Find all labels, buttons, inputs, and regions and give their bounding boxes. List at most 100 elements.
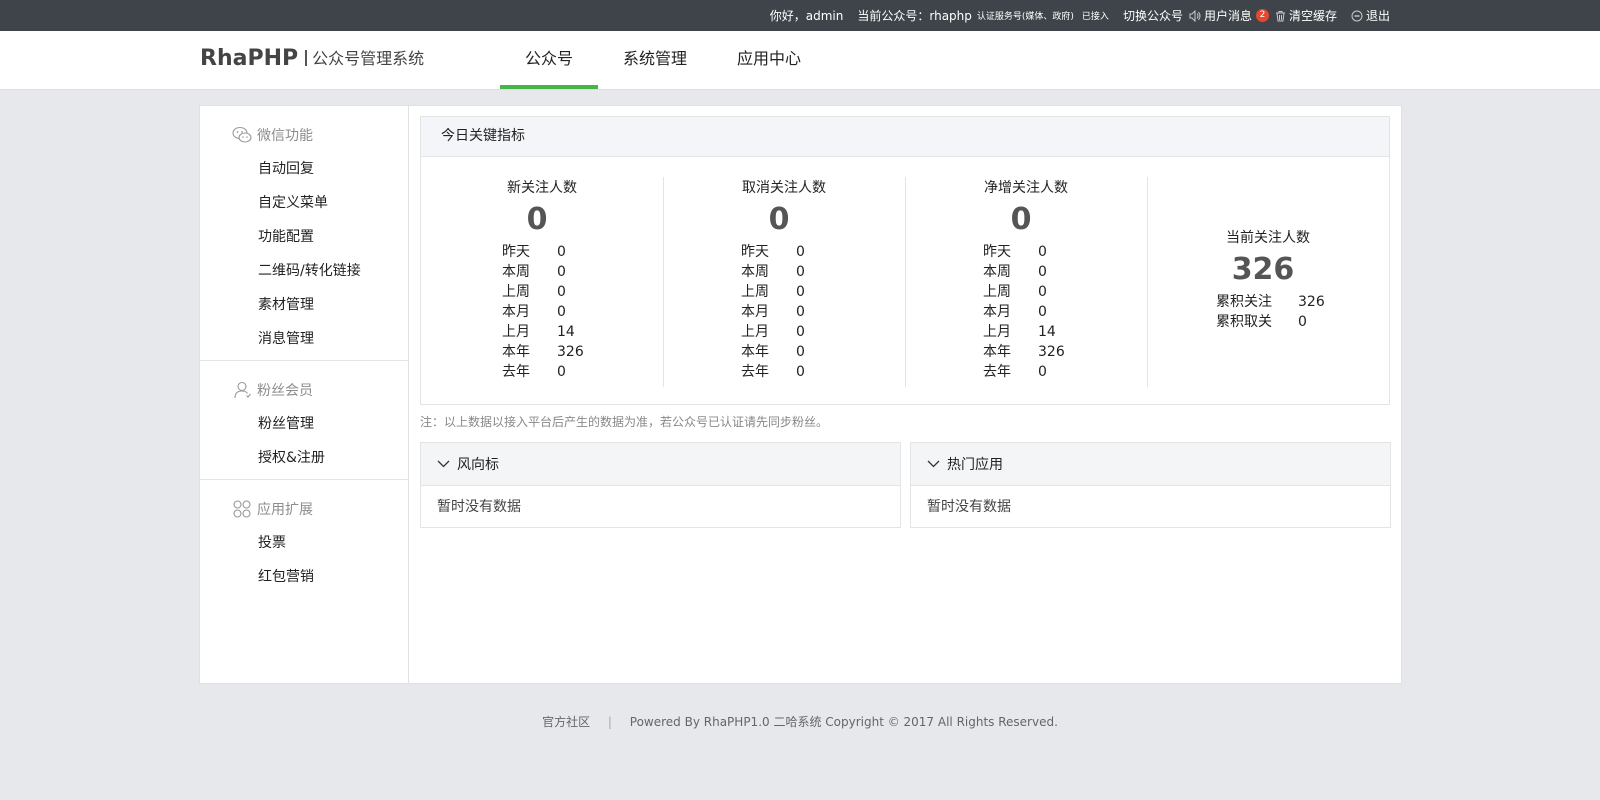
- logo-divider: [305, 50, 308, 66]
- trend-box-empty: 暂时没有数据: [437, 499, 521, 515]
- sidebar-item-auto-reply[interactable]: 自动回复: [200, 152, 408, 186]
- stat-row: 去年 0: [741, 364, 805, 380]
- stat-value: 0: [768, 202, 790, 237]
- top-bar: 你好，admin 当前公众号：rhaphp 认证服务号(媒体、政府) 已接入 切…: [0, 0, 1600, 31]
- clear-cache-label: 清空缓存: [1288, 9, 1337, 23]
- sidebar-item-materials[interactable]: 素材管理: [200, 288, 408, 322]
- stat-row: 昨天 0: [741, 244, 805, 260]
- stat-new-followers: 新关注人数 0 昨天 0 本周 0 上周 0 本月 0 上月 14 本年 326 去年 0: [421, 177, 664, 387]
- sidebar-item-feature-config[interactable]: 功能配置: [200, 220, 408, 254]
- clear-cache-link[interactable]: 清空缓存: [1275, 7, 1337, 24]
- data-note: 注：以上数据以接入平台后产生的数据为准，若公众号已认证请先同步粉丝。: [420, 415, 829, 429]
- chevron-down-icon: [927, 460, 940, 468]
- stat-value: 326: [1231, 252, 1295, 287]
- stat-row: 昨天 0: [983, 244, 1047, 260]
- account-type-text: 认证服务号(媒体、政府): [976, 12, 1074, 22]
- greeting-text: 你好，admin: [769, 9, 844, 23]
- stat-row: 昨天 0: [502, 244, 566, 260]
- content-area: 今日关键指标 新关注人数 0 昨天 0 本周 0 上周 0 本月 0 上月 14 本年 32…: [410, 106, 1401, 683]
- sidebar-group-wechat: 微信功能 自动回复 自定义菜单 功能配置 二维码/转化链接 素材管理 消息管理: [200, 118, 408, 361]
- stat-row: 本周 0: [502, 264, 566, 280]
- access-status-text: 已接入: [1081, 12, 1109, 22]
- stat-row: 本年 326: [983, 344, 1065, 360]
- tab-app-center[interactable]: 应用中心: [712, 31, 826, 89]
- hot-apps-box-title: 热门应用: [947, 457, 1003, 473]
- hot-apps-box-header[interactable]: 热门应用: [911, 443, 1390, 486]
- stat-row: 本年 326: [502, 344, 584, 360]
- stat-row: 本月 0: [983, 304, 1047, 320]
- logo[interactable]: RhaPHP 公众号管理系统: [200, 45, 424, 71]
- stat-row: 本月 0: [502, 304, 566, 320]
- tab-system-management[interactable]: 系统管理: [598, 31, 712, 89]
- community-link[interactable]: 官方社区: [542, 715, 590, 729]
- sidebar-item-qrcode[interactable]: 二维码/转化链接: [200, 254, 408, 288]
- logout-link[interactable]: 退出: [1351, 7, 1390, 24]
- stat-row: 本年 0: [741, 344, 805, 360]
- brand-subtitle: 公众号管理系统: [312, 49, 425, 68]
- main-container: 微信功能 自动回复 自定义菜单 功能配置 二维码/转化链接 素材管理 消息管理 …: [199, 105, 1402, 684]
- key-metrics-panel: 今日关键指标 新关注人数 0 昨天 0 本周 0 上周 0 本月 0 上月 14 本年 32…: [420, 116, 1390, 405]
- sidebar-group-title: 粉丝会员: [200, 373, 408, 407]
- sidebar: 微信功能 自动回复 自定义菜单 功能配置 二维码/转化链接 素材管理 消息管理 …: [200, 106, 409, 683]
- stat-row: 上月 14: [502, 324, 575, 340]
- switch-account-link[interactable]: 切换公众号: [1123, 7, 1183, 24]
- footer-separator: |: [607, 715, 612, 729]
- chevron-down-icon: [437, 460, 450, 468]
- panel-title: 今日关键指标: [421, 117, 1389, 157]
- sidebar-group-label: 应用扩展: [257, 502, 313, 518]
- stat-row: 累积取关 0: [1216, 314, 1307, 330]
- stat-title: 当前关注人数: [1226, 230, 1310, 246]
- user-icon: [234, 381, 251, 399]
- stat-net-growth: 净增关注人数 0 昨天 0 本周 0 上周 0 本月 0 上月 14 本年 326 去年 0: [905, 177, 1148, 387]
- sidebar-item-vote[interactable]: 投票: [200, 526, 408, 560]
- stat-row: 上月 0: [741, 324, 805, 340]
- sidebar-group-title: 应用扩展: [200, 492, 408, 526]
- hot-apps-box-empty: 暂时没有数据: [927, 499, 1011, 515]
- wechat-icon: [232, 126, 252, 143]
- sidebar-item-custom-menu[interactable]: 自定义菜单: [200, 186, 408, 220]
- sidebar-group-title: 微信功能: [200, 118, 408, 152]
- user-messages-link[interactable]: 用户消息 2: [1189, 7, 1269, 24]
- stat-row: 本月 0: [741, 304, 805, 320]
- sidebar-item-fans-management[interactable]: 粉丝管理: [200, 407, 408, 441]
- sidebar-group-apps: 应用扩展 投票 红包营销: [200, 492, 408, 598]
- apps-icon: [233, 500, 251, 518]
- stat-row: 上周 0: [741, 284, 805, 300]
- stat-row: 上周 0: [983, 284, 1047, 300]
- user-messages-label: 用户消息: [1203, 9, 1252, 23]
- message-count-badge: 2: [1255, 9, 1269, 22]
- stat-row: 本周 0: [741, 264, 805, 280]
- sidebar-group-fans: 粉丝会员 粉丝管理 授权&注册: [200, 373, 408, 480]
- stat-title: 净增关注人数: [984, 180, 1068, 196]
- footer: 官方社区 | Powered By RhaPHP1.0 二哈系统 Copyrig…: [0, 713, 1600, 730]
- hot-apps-box: 热门应用 暂时没有数据: [910, 442, 1391, 528]
- stat-row: 去年 0: [983, 364, 1047, 380]
- trend-box: 风向标 暂时没有数据: [420, 442, 901, 528]
- sidebar-group-label: 粉丝会员: [257, 383, 313, 399]
- current-account-label: 当前公众号：rhaphp: [857, 9, 972, 23]
- stat-row: 上月 14: [983, 324, 1056, 340]
- logout-label: 退出: [1365, 9, 1390, 23]
- stat-current-followers: 当前关注人数 326 累积关注 326 累积取关 0: [1147, 227, 1389, 437]
- sidebar-item-messages[interactable]: 消息管理: [200, 322, 408, 356]
- header: RhaPHP 公众号管理系统 公众号 系统管理 应用中心: [0, 31, 1600, 90]
- trash-icon: [1275, 10, 1286, 22]
- stat-row: 累积关注 326: [1216, 294, 1325, 310]
- sidebar-item-red-packet[interactable]: 红包营销: [200, 560, 408, 594]
- stat-row: 上周 0: [502, 284, 566, 300]
- stat-value: 0: [1010, 202, 1032, 237]
- speaker-icon: [1189, 9, 1201, 22]
- brand-name: RhaPHP: [200, 46, 299, 71]
- stat-unfollowers: 取消关注人数 0 昨天 0 本周 0 上周 0 本月 0 上月 0 本年 0 去年 0: [663, 177, 906, 387]
- trend-box-header[interactable]: 风向标: [421, 443, 900, 486]
- sidebar-item-auth-register[interactable]: 授权&注册: [200, 441, 408, 475]
- trend-box-title: 风向标: [457, 457, 499, 473]
- logout-icon: [1351, 10, 1363, 22]
- stat-title: 取消关注人数: [742, 180, 826, 196]
- copyright-text: Powered By RhaPHP1.0 二哈系统 Copyright © 20…: [629, 715, 1058, 729]
- stat-row: 本周 0: [983, 264, 1047, 280]
- stat-row: 去年 0: [502, 364, 566, 380]
- tab-official-account[interactable]: 公众号: [500, 31, 599, 89]
- sidebar-group-label: 微信功能: [257, 128, 313, 144]
- main-nav: 公众号 系统管理 应用中心: [500, 31, 826, 89]
